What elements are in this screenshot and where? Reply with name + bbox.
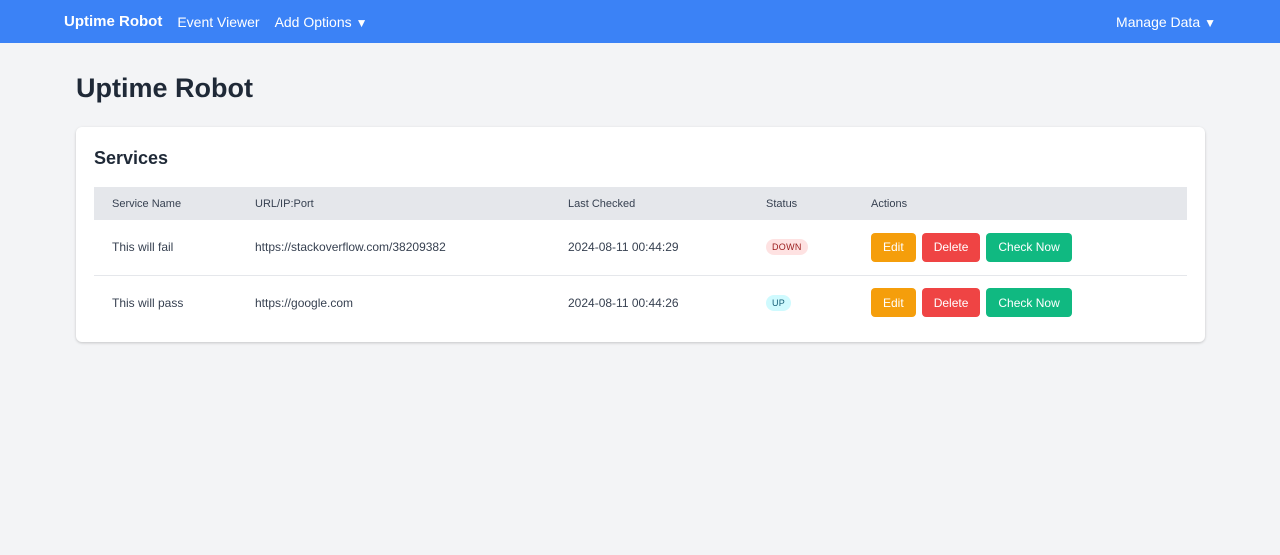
status-cell: UP [748, 274, 853, 330]
brand-link[interactable]: Uptime Robot [64, 13, 162, 30]
table-header: Service Name URL/IP:Port Last Checked St… [94, 187, 1187, 220]
last-checked-cell: 2024-08-11 00:44:26 [550, 274, 748, 330]
delete-button[interactable]: Delete [921, 232, 981, 262]
caret-down-icon: ▼ [355, 15, 368, 30]
top-navbar: Uptime Robot Event Viewer Add Options ▼ M… [0, 0, 1280, 43]
caret-down-icon: ▼ [1204, 15, 1216, 30]
service-url-cell: https://stackoverflow.com/38209382 [255, 240, 446, 255]
services-table: Service Name URL/IP:Port Last Checked St… [94, 187, 1187, 330]
status-cell: DOWN [748, 220, 853, 275]
service-name-cell: This will fail [112, 240, 174, 255]
page-title: Uptime Robot [76, 73, 253, 103]
table-row: This will pass https://google.com 2024-0… [94, 274, 1187, 330]
main-content: Uptime Robot Services Service Name URL/I… [0, 43, 1280, 372]
nav-add-options-label: Add Options [274, 13, 352, 30]
status-badge-up: UP [766, 294, 792, 311]
actions-cell: Edit Delete Check Now [853, 274, 1187, 330]
edit-button[interactable]: Edit [871, 232, 916, 262]
services-title: Services [94, 148, 169, 168]
status-badge-down: DOWN [766, 239, 808, 256]
column-header-status: Status [766, 197, 798, 210]
column-header-service-name: Service Name [112, 197, 182, 210]
column-header-last-checked: Last Checked [568, 197, 636, 210]
nav-event-viewer[interactable]: Event Viewer [177, 14, 259, 30]
service-name-cell: This will pass [94, 274, 237, 330]
column-header-actions: Actions [871, 197, 908, 210]
delete-button[interactable]: Delete [921, 288, 981, 318]
column-header-url: URL/IP:Port [255, 197, 314, 210]
nav-manage-data-dropdown[interactable]: Manage Data ▼ [1116, 14, 1216, 30]
nav-add-options-dropdown[interactable]: Add Options ▼ [275, 14, 368, 30]
table-header-row: Service Name URL/IP:Port Last Checked St… [94, 187, 1187, 220]
nav-manage-data-label: Manage Data [1116, 13, 1201, 30]
services-card: Services Service Name URL/IP:Port Last C… [76, 127, 1205, 342]
edit-button[interactable]: Edit [871, 288, 916, 318]
last-checked-cell: 2024-08-11 00:44:29 [568, 240, 679, 255]
check-now-button[interactable]: Check Now [986, 288, 1072, 318]
table-row: This will fail https://stackoverflow.com… [94, 220, 1187, 275]
table-body: This will fail https://stackoverflow.com… [94, 220, 1187, 330]
check-now-button[interactable]: Check Now [986, 232, 1072, 262]
nav-left-group: Uptime Robot Event Viewer Add Options ▼ [64, 13, 383, 30]
service-url-cell: https://google.com [237, 274, 550, 330]
actions-cell: Edit Delete Check Now [853, 220, 1187, 275]
